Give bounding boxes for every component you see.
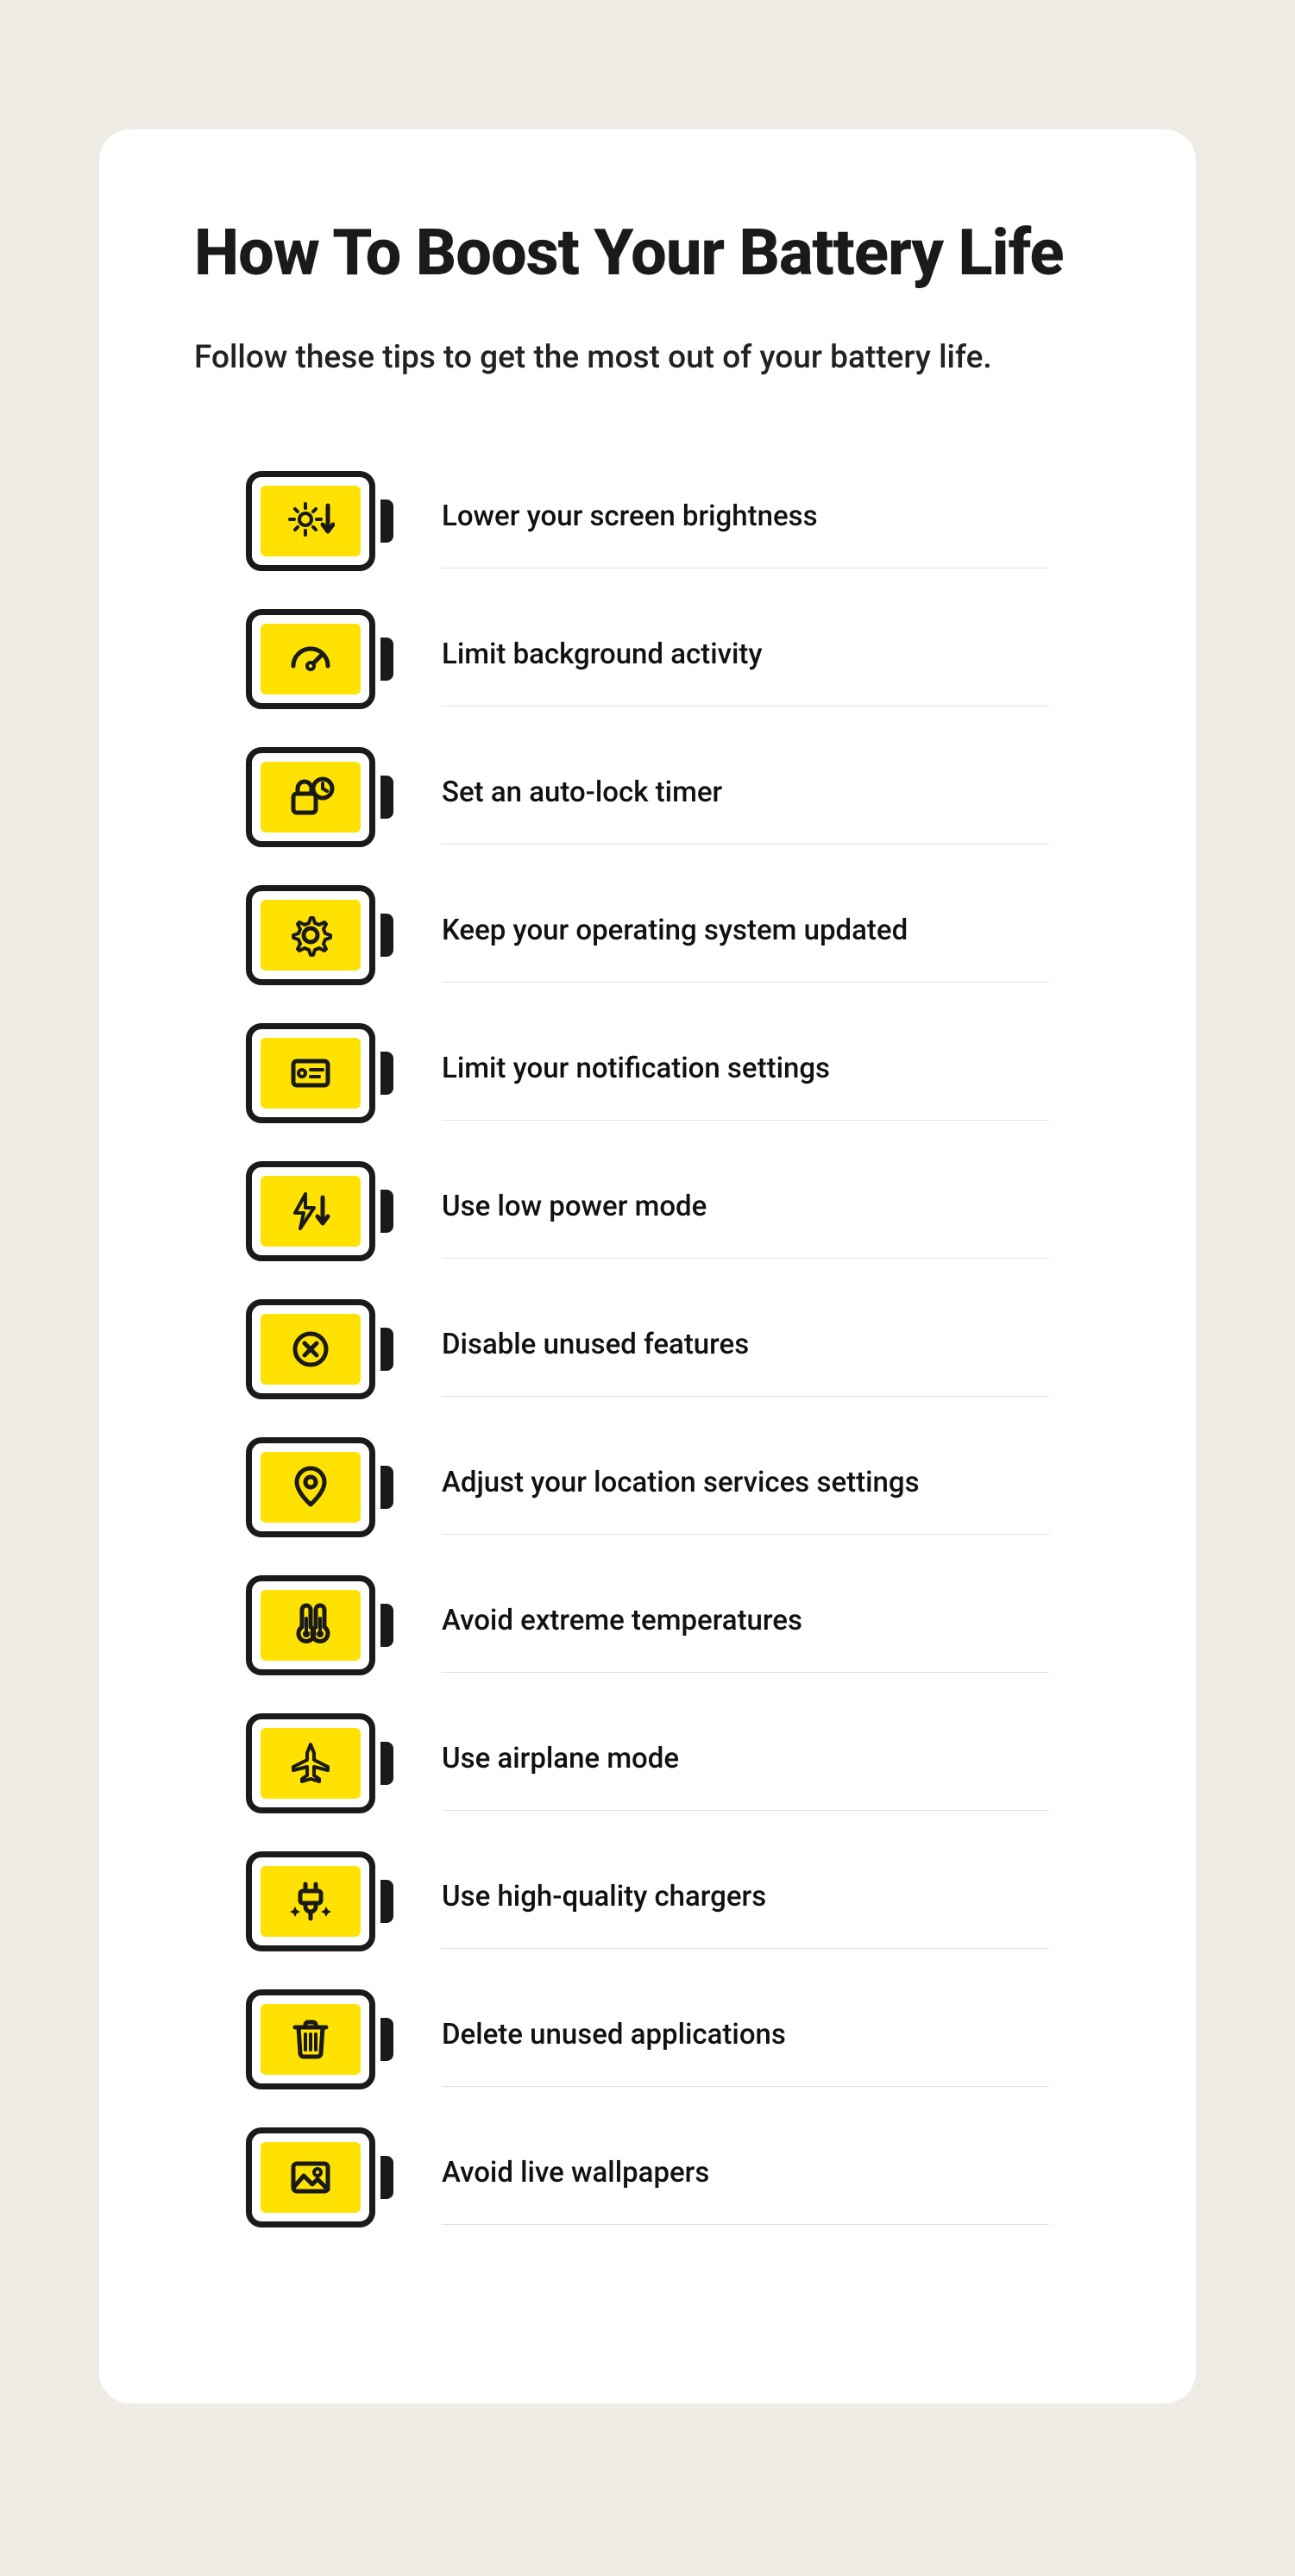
- tip-text-wrap: Avoid live wallpapers: [442, 2130, 1049, 2225]
- tip-label: Delete unused applications: [442, 2018, 1049, 2051]
- battery-icon: [246, 1299, 393, 1399]
- tip-label: Avoid extreme temperatures: [442, 1604, 1049, 1637]
- tip-row: Keep your operating system updated: [246, 885, 1049, 985]
- battery-icon: [246, 747, 393, 847]
- gear-icon: [286, 913, 335, 958]
- tip-label: Disable unused features: [442, 1328, 1049, 1361]
- lock-timer-icon: [286, 775, 335, 820]
- battery-icon: [246, 2127, 393, 2227]
- tip-row: Use low power mode: [246, 1161, 1049, 1261]
- low-power-icon: [286, 1189, 335, 1234]
- card: How To Boost Your Battery Life Follow th…: [99, 129, 1196, 2403]
- tips-list: Lower your screen brightness Limit backgr…: [194, 471, 1101, 2227]
- tip-text-wrap: Lower your screen brightness: [442, 474, 1049, 569]
- tip-label: Keep your operating system updated: [442, 914, 1049, 947]
- tip-label: Use high-quality chargers: [442, 1880, 1049, 1913]
- tip-text-wrap: Limit background activity: [442, 612, 1049, 707]
- location-pin-icon: [286, 1465, 335, 1510]
- page-subtitle: Follow these tips to get the most out of…: [194, 339, 1101, 376]
- tip-text-wrap: Delete unused applications: [442, 1992, 1049, 2087]
- tip-row: Delete unused applications: [246, 1989, 1049, 2089]
- battery-icon: [246, 1161, 393, 1261]
- page-title: How To Boost Your Battery Life: [194, 216, 1101, 291]
- charger-plug-icon: [286, 1879, 335, 1924]
- tip-label: Lower your screen brightness: [442, 499, 1049, 533]
- battery-icon: [246, 1023, 393, 1123]
- tip-row: Use airplane mode: [246, 1713, 1049, 1813]
- battery-icon: [246, 1851, 393, 1951]
- tip-label: Set an auto-lock timer: [442, 776, 1049, 809]
- battery-icon: [246, 1713, 393, 1813]
- tip-label: Limit your notification settings: [442, 1052, 1049, 1085]
- gauge-icon: [286, 637, 335, 682]
- battery-icon: [246, 609, 393, 709]
- tip-text-wrap: Use low power mode: [442, 1164, 1049, 1259]
- tip-text-wrap: Adjust your location services settings: [442, 1440, 1049, 1535]
- battery-icon: [246, 1437, 393, 1537]
- tip-text-wrap: Use high-quality chargers: [442, 1854, 1049, 1949]
- page: How To Boost Your Battery Life Follow th…: [0, 0, 1295, 2576]
- tip-text-wrap: Set an auto-lock timer: [442, 750, 1049, 845]
- tip-label: Adjust your location services settings: [442, 1466, 1049, 1499]
- tip-text-wrap: Keep your operating system updated: [442, 888, 1049, 983]
- tip-text-wrap: Avoid extreme temperatures: [442, 1578, 1049, 1673]
- battery-icon: [246, 471, 393, 571]
- tip-row: Limit background activity: [246, 609, 1049, 709]
- thermometer-icon: [286, 1603, 335, 1648]
- x-circle-icon: [286, 1327, 335, 1372]
- brightness-down-icon: [286, 499, 335, 543]
- tip-text-wrap: Limit your notification settings: [442, 1026, 1049, 1121]
- tip-row: Avoid live wallpapers: [246, 2127, 1049, 2227]
- battery-icon: [246, 885, 393, 985]
- tip-row: Use high-quality chargers: [246, 1851, 1049, 1951]
- trash-icon: [286, 2017, 335, 2062]
- tip-row: Avoid extreme temperatures: [246, 1575, 1049, 1675]
- tip-label: Limit background activity: [442, 638, 1049, 671]
- tip-row: Lower your screen brightness: [246, 471, 1049, 571]
- tip-label: Avoid live wallpapers: [442, 2156, 1049, 2190]
- tip-row: Adjust your location services settings: [246, 1437, 1049, 1537]
- tip-text-wrap: Use airplane mode: [442, 1716, 1049, 1811]
- notification-card-icon: [286, 1051, 335, 1096]
- image-icon: [286, 2155, 335, 2200]
- airplane-icon: [286, 1741, 335, 1786]
- tip-row: Limit your notification settings: [246, 1023, 1049, 1123]
- tip-row: Disable unused features: [246, 1299, 1049, 1399]
- tip-label: Use low power mode: [442, 1190, 1049, 1223]
- tip-label: Use airplane mode: [442, 1742, 1049, 1775]
- battery-icon: [246, 1575, 393, 1675]
- battery-icon: [246, 1989, 393, 2089]
- tip-text-wrap: Disable unused features: [442, 1302, 1049, 1397]
- tip-row: Set an auto-lock timer: [246, 747, 1049, 847]
